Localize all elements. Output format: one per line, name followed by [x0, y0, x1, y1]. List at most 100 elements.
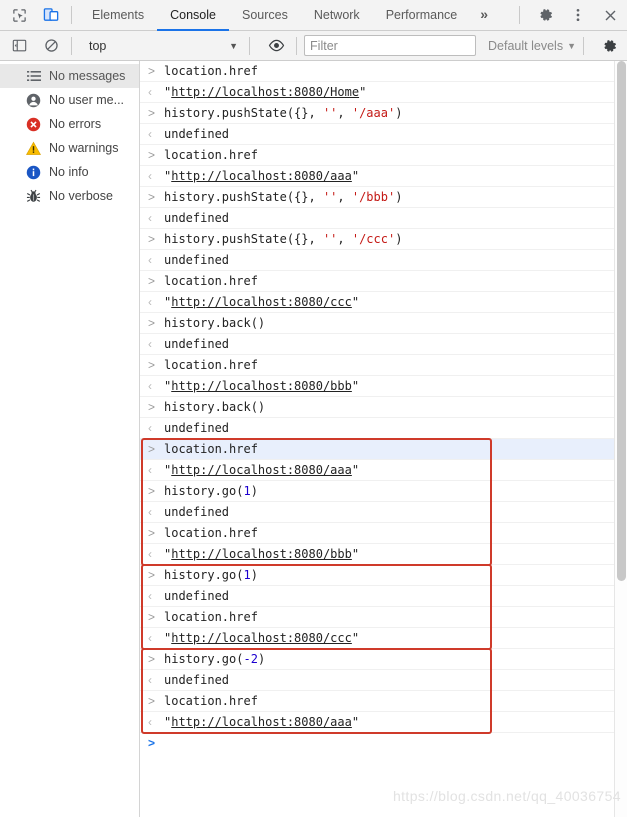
- console-input-row[interactable]: > history.back(): [140, 397, 627, 418]
- console-input-row[interactable]: > location.href: [140, 355, 627, 376]
- scrollbar-thumb[interactable]: [617, 61, 626, 581]
- console-input-row[interactable]: > history.go(1): [140, 565, 627, 586]
- output-chevron-icon: ‹: [148, 714, 152, 729]
- tab-performance[interactable]: Performance: [373, 0, 471, 31]
- console-output-row[interactable]: ‹ undefined: [140, 334, 627, 355]
- console-row-text: history.pushState({}, '', '/aaa'): [164, 103, 402, 124]
- token-link[interactable]: http://localhost:8080/aaa: [171, 715, 352, 729]
- output-chevron-icon: ‹: [148, 630, 152, 645]
- sidebar-item-no-messages[interactable]: No messages: [0, 64, 139, 88]
- console-input-row[interactable]: > location.href: [140, 271, 627, 292]
- token-plain: history.go(: [164, 651, 244, 666]
- filter-input[interactable]: [304, 35, 477, 56]
- token-link[interactable]: http://localhost:8080/ccc: [171, 631, 352, 645]
- sidebar-item-no-errors[interactable]: No errors: [0, 112, 139, 136]
- token-link[interactable]: http://localhost:8080/bbb: [171, 547, 352, 561]
- console-row-text: location.href: [164, 355, 258, 376]
- gear-icon[interactable]: [533, 2, 559, 28]
- output-chevron-icon: ‹: [148, 672, 152, 687]
- eye-icon[interactable]: [263, 33, 289, 59]
- prompt-chevron-icon: >: [148, 736, 156, 750]
- info-icon: [26, 165, 41, 180]
- console-input-row[interactable]: > location.href: [140, 439, 627, 460]
- console-rows: > location.href ‹ "http://localhost:8080/Ho…: [140, 61, 627, 733]
- console-row-text: undefined: [164, 502, 229, 523]
- log-levels-dropdown[interactable]: Default levels ▼: [488, 39, 576, 53]
- console-input-row[interactable]: > history.back(): [140, 313, 627, 334]
- token-link[interactable]: http://localhost:8080/ccc: [171, 295, 352, 309]
- console-input-row[interactable]: > history.go(-2): [140, 649, 627, 670]
- console-output-row[interactable]: ‹ "http://localhost:8080/aaa": [140, 712, 627, 733]
- token-str: '/aaa': [351, 105, 396, 120]
- console-output-row[interactable]: ‹ undefined: [140, 250, 627, 271]
- token-link[interactable]: http://localhost:8080/Home: [171, 85, 359, 99]
- console-input-row[interactable]: > history.pushState({}, '', '/aaa'): [140, 103, 627, 124]
- watermark: https://blog.csdn.net/qq_40036754: [392, 788, 621, 804]
- console-output-row[interactable]: ‹ "http://localhost:8080/bbb": [140, 376, 627, 397]
- token-link[interactable]: http://localhost:8080/aaa: [171, 169, 352, 183]
- console-output-row[interactable]: ‹ undefined: [140, 124, 627, 145]
- tab-elements[interactable]: Elements: [79, 0, 157, 31]
- output-chevron-icon: ‹: [148, 294, 152, 309]
- console-input-row[interactable]: > location.href: [140, 523, 627, 544]
- more-tabs-icon[interactable]: »: [470, 0, 498, 31]
- execution-context-select[interactable]: top ▼: [81, 35, 242, 56]
- token-str: '': [322, 105, 338, 120]
- console-row-text: history.pushState({}, '', '/bbb'): [164, 187, 402, 208]
- input-chevron-icon: >: [148, 105, 156, 120]
- console-row-text: history.back(): [164, 313, 265, 334]
- token-plain: location.href: [164, 63, 258, 78]
- console-input-row[interactable]: > history.go(1): [140, 481, 627, 502]
- token-link[interactable]: http://localhost:8080/aaa: [171, 463, 352, 477]
- console-input-row[interactable]: > history.pushState({}, '', '/bbb'): [140, 187, 627, 208]
- clear-console-icon[interactable]: [38, 33, 64, 59]
- token-qt: ": [359, 84, 367, 99]
- console-row-text: location.href: [164, 145, 258, 166]
- console-messages-pane[interactable]: > location.href ‹ "http://localhost:8080/Ho…: [140, 61, 627, 817]
- console-output-row[interactable]: ‹ "http://localhost:8080/aaa": [140, 166, 627, 187]
- token-qt: ": [351, 630, 360, 645]
- sidebar-item-no-user-me[interactable]: No user me...: [0, 88, 139, 112]
- sidebar-item-no-info[interactable]: No info: [0, 160, 139, 184]
- console-input-row[interactable]: > location.href: [140, 607, 627, 628]
- console-output-row[interactable]: ‹ "http://localhost:8080/aaa": [140, 460, 627, 481]
- console-output-row[interactable]: ‹ "http://localhost:8080/ccc": [140, 292, 627, 313]
- console-row-text: "http://localhost:8080/aaa": [164, 460, 359, 481]
- token-plain: ): [395, 231, 403, 246]
- sidebar-item-no-warnings[interactable]: No warnings: [0, 136, 139, 160]
- console-row-text: location.href: [164, 439, 258, 460]
- inspect-element-icon[interactable]: [6, 2, 32, 28]
- tab-console[interactable]: Console: [157, 0, 229, 31]
- console-output-row[interactable]: ‹ undefined: [140, 418, 627, 439]
- console-row-text: undefined: [164, 334, 229, 355]
- output-chevron-icon: ‹: [148, 462, 152, 477]
- console-output-row[interactable]: ‹ "http://localhost:8080/Home": [140, 82, 627, 103]
- input-chevron-icon: >: [148, 63, 156, 78]
- output-chevron-icon: ‹: [148, 210, 152, 225]
- kebab-menu-icon[interactable]: [565, 2, 591, 28]
- console-input-row[interactable]: > location.href: [140, 61, 627, 82]
- console-output-row[interactable]: ‹ undefined: [140, 670, 627, 691]
- console-output-row[interactable]: ‹ "http://localhost:8080/ccc": [140, 628, 627, 649]
- gear-icon[interactable]: [597, 33, 623, 59]
- close-icon[interactable]: [597, 2, 623, 28]
- sidebar-item-no-verbose[interactable]: No verbose: [0, 184, 139, 208]
- console-input-row[interactable]: > history.pushState({}, '', '/ccc'): [140, 229, 627, 250]
- console-output-row[interactable]: ‹ undefined: [140, 586, 627, 607]
- console-output-row[interactable]: ‹ undefined: [140, 208, 627, 229]
- sidebar-toggle-icon[interactable]: [6, 33, 32, 59]
- console-input-row[interactable]: > location.href: [140, 145, 627, 166]
- console-input-row[interactable]: > location.href: [140, 691, 627, 712]
- console-scrollbar[interactable]: [614, 61, 627, 817]
- console-prompt[interactable]: >: [140, 733, 627, 754]
- token-plain: undefined: [164, 672, 230, 687]
- console-row-text: "http://localhost:8080/ccc": [164, 292, 359, 313]
- console-output-row[interactable]: ‹ "http://localhost:8080/bbb": [140, 544, 627, 565]
- console-output-row[interactable]: ‹ undefined: [140, 502, 627, 523]
- tab-network[interactable]: Network: [301, 0, 373, 31]
- token-plain: location.href: [164, 357, 258, 372]
- token-link[interactable]: http://localhost:8080/bbb: [171, 379, 352, 393]
- device-toolbar-icon[interactable]: [38, 2, 64, 28]
- tab-sources[interactable]: Sources: [229, 0, 301, 31]
- tabbar-right-controls: [512, 2, 627, 28]
